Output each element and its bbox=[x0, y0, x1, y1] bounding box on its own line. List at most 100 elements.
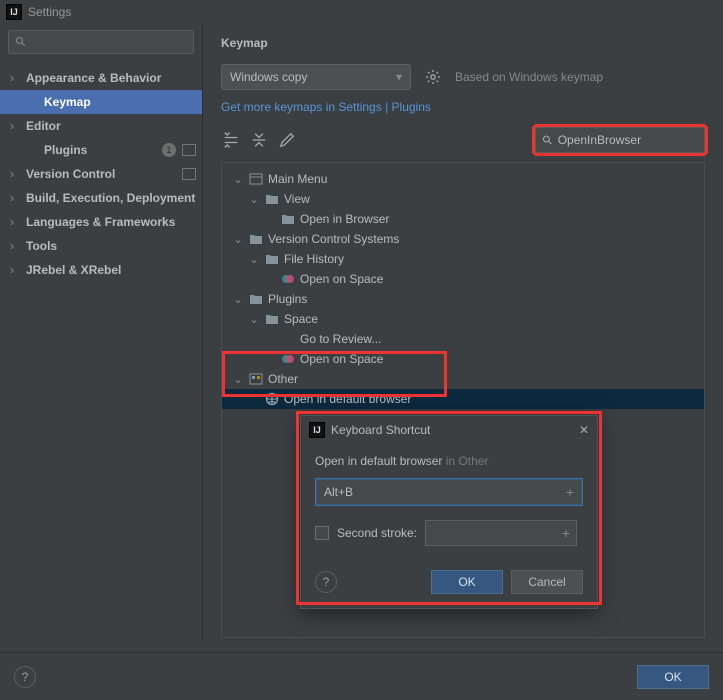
titlebar: IJ Settings bbox=[0, 0, 723, 24]
keymap-search-input[interactable] bbox=[535, 127, 705, 153]
chevron-down-icon: ⌄ bbox=[248, 312, 260, 326]
sidebar-item-keymap[interactable]: Keymap bbox=[0, 90, 202, 114]
sidebar-item-tools[interactable]: › Tools bbox=[0, 234, 202, 258]
sidebar-search[interactable] bbox=[8, 30, 194, 54]
tree-row-label: Open on Space bbox=[300, 352, 383, 366]
tree-row-plugins[interactable]: ⌄ Plugins bbox=[222, 289, 704, 309]
tree-row-open-on-space[interactable]: Open on Space bbox=[222, 269, 704, 289]
folder-icon bbox=[280, 211, 296, 227]
none-icon bbox=[280, 331, 296, 347]
tree-row-open-on-space[interactable]: Open on Space bbox=[222, 349, 704, 369]
collapse-all-icon[interactable] bbox=[249, 130, 269, 150]
sidebar-item-version-control[interactable]: › Version Control bbox=[0, 162, 202, 186]
chevron-right-icon: › bbox=[10, 191, 20, 205]
ok-button[interactable]: OK bbox=[637, 665, 709, 689]
sidebar-item-label: Version Control bbox=[26, 167, 180, 181]
tree-row-open-in-browser[interactable]: Open in Browser bbox=[222, 209, 704, 229]
sidebar-item-label: Editor bbox=[26, 119, 196, 133]
sidebar-item-editor[interactable]: › Editor bbox=[0, 114, 202, 138]
folder-icon bbox=[264, 311, 280, 327]
chevron-down-icon: ⌄ bbox=[248, 252, 260, 266]
cancel-button[interactable]: Cancel bbox=[511, 570, 583, 594]
folder-icon bbox=[264, 251, 280, 267]
sidebar-item-label: Languages & Frameworks bbox=[26, 215, 196, 229]
settings-tree: ›Appearance & BehaviorKeymap›EditorPlugi… bbox=[0, 60, 202, 288]
based-on-text: Based on Windows keymap bbox=[455, 70, 603, 84]
first-stroke-input[interactable]: Alt+B + bbox=[315, 478, 583, 506]
edit-icon[interactable] bbox=[277, 130, 297, 150]
sidebar-item-label: Tools bbox=[26, 239, 196, 253]
tree-row-label: Main Menu bbox=[268, 172, 327, 186]
space-icon bbox=[280, 351, 296, 367]
tree-row-label: Go to Review... bbox=[300, 332, 381, 346]
chevron-down-icon: ⌄ bbox=[232, 292, 244, 306]
tree-row-open-in-default-browser[interactable]: Open in default browser bbox=[222, 389, 704, 409]
chevron-down-icon: ⌄ bbox=[232, 372, 244, 386]
tree-row-label: Plugins bbox=[268, 292, 307, 306]
tree-row-label: View bbox=[284, 192, 310, 206]
tree-row-label: Open on Space bbox=[300, 272, 383, 286]
other-icon bbox=[248, 371, 264, 387]
help-button[interactable]: ? bbox=[315, 571, 337, 593]
chevron-down-icon: ⌄ bbox=[232, 172, 244, 186]
chevron-down-icon: ▾ bbox=[396, 70, 402, 84]
tree-row-label: Version Control Systems bbox=[268, 232, 399, 246]
keyboard-shortcut-dialog: IJ Keyboard Shortcut ✕ Open in default b… bbox=[300, 415, 598, 609]
chevron-right-icon: › bbox=[10, 119, 20, 133]
sidebar-item-label: Appearance & Behavior bbox=[26, 71, 196, 85]
chevron-right-icon: › bbox=[10, 263, 20, 277]
sidebar-item-languages-frameworks[interactable]: ›Languages & Frameworks bbox=[0, 210, 202, 234]
ok-button[interactable]: OK bbox=[431, 570, 503, 594]
space-icon bbox=[280, 271, 296, 287]
tree-row-view[interactable]: ⌄View bbox=[222, 189, 704, 209]
modified-tag-icon bbox=[182, 144, 196, 156]
tree-row-label: Open in default browser bbox=[284, 392, 411, 406]
dialog-action-name: Open in default browser bbox=[315, 454, 442, 468]
dialog-action-context: in Other bbox=[446, 454, 489, 468]
plus-icon: + bbox=[566, 484, 574, 500]
app-icon: IJ bbox=[6, 4, 22, 20]
modified-tag-icon bbox=[182, 168, 196, 180]
tree-row-space[interactable]: ⌄Space bbox=[222, 309, 704, 329]
sidebar-item-build-execution-deployment[interactable]: › Build, Execution, Deployment bbox=[0, 186, 202, 210]
sidebar-item-label: JRebel & XRebel bbox=[26, 263, 196, 277]
sidebar-item-appearance-behavior[interactable]: ›Appearance & Behavior bbox=[0, 66, 202, 90]
second-stroke-checkbox[interactable] bbox=[315, 526, 329, 540]
folder-icon bbox=[248, 231, 264, 247]
tree-row-version-control-systems[interactable]: ⌄ Version Control Systems bbox=[222, 229, 704, 249]
sidebar-item-label: Build, Execution, Deployment bbox=[26, 191, 196, 205]
second-stroke-label: Second stroke: bbox=[337, 526, 417, 540]
keymap-search-field[interactable] bbox=[558, 133, 698, 147]
sidebar: ›Appearance & BehaviorKeymap›EditorPlugi… bbox=[0, 24, 203, 638]
keymap-scheme-select[interactable]: Windows copy ▾ bbox=[221, 64, 411, 90]
second-stroke-input[interactable]: + bbox=[425, 520, 577, 546]
chevron-down-icon: ⌄ bbox=[232, 232, 244, 246]
sidebar-item-plugins[interactable]: Plugins1 bbox=[0, 138, 202, 162]
chevron-right-icon: › bbox=[10, 167, 20, 181]
page-title: Keymap bbox=[221, 36, 705, 50]
expand-all-icon[interactable] bbox=[221, 130, 241, 150]
panel-icon bbox=[248, 171, 264, 187]
search-icon bbox=[542, 134, 554, 147]
chevron-right-icon: › bbox=[10, 239, 20, 253]
close-icon[interactable]: ✕ bbox=[579, 423, 589, 437]
search-icon bbox=[15, 36, 27, 48]
app-icon: IJ bbox=[309, 422, 325, 438]
keymap-scheme-label: Windows copy bbox=[230, 70, 307, 84]
tree-row-other[interactable]: ⌄ Other bbox=[222, 369, 704, 389]
bottom-bar: ? OK bbox=[0, 652, 723, 700]
help-button[interactable]: ? bbox=[14, 666, 36, 688]
keymap-toolbar bbox=[221, 124, 705, 156]
plus-icon: + bbox=[562, 525, 570, 541]
tree-row-label: Other bbox=[268, 372, 298, 386]
tree-row-file-history[interactable]: ⌄ File History bbox=[222, 249, 704, 269]
gear-icon[interactable] bbox=[425, 69, 441, 85]
window-title: Settings bbox=[28, 5, 71, 19]
tree-row-label: File History bbox=[284, 252, 344, 266]
folder-icon bbox=[264, 191, 280, 207]
get-keymaps-link[interactable]: Get more keymaps in Settings | Plugins bbox=[221, 100, 705, 114]
dialog-title: Keyboard Shortcut bbox=[331, 423, 430, 437]
tree-row-main-menu[interactable]: ⌄ Main Menu bbox=[222, 169, 704, 189]
tree-row-go-to-review-[interactable]: Go to Review... bbox=[222, 329, 704, 349]
sidebar-item-jrebel-xrebel[interactable]: › JRebel & XRebel bbox=[0, 258, 202, 282]
